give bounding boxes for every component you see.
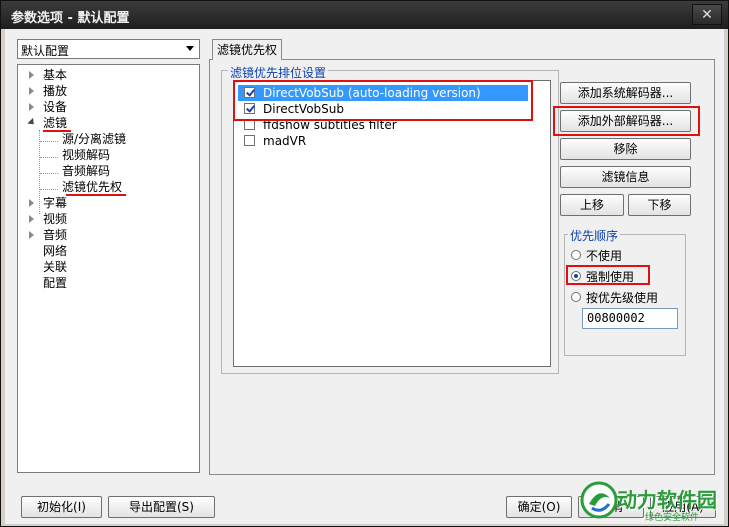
priority-order-group-label: 优先顺序 [568, 227, 621, 244]
tree-connector [40, 173, 58, 174]
expand-arrow-icon[interactable] [29, 87, 34, 95]
priority-option-by-level[interactable]: 按优先级使用 [571, 289, 681, 305]
collapse-arrow-icon[interactable] [27, 117, 37, 128]
add-system-decoder-button[interactable]: 添加系统解码器... [560, 82, 691, 104]
watermark: 动力软件园 绿色安全软件 [579, 478, 729, 524]
remove-button[interactable]: 移除 [560, 138, 691, 160]
list-item[interactable]: madVR [238, 133, 528, 149]
profile-select[interactable]: 默认配置 [17, 39, 200, 59]
filter-priority-group-label: 滤镜优先排位设置 [228, 64, 329, 81]
move-up-button[interactable]: 上移 [560, 194, 624, 216]
radio-button[interactable] [571, 250, 581, 260]
priority-value-input[interactable]: 00800002 [582, 308, 678, 329]
watermark-subtext: 绿色安全软件 [645, 513, 700, 523]
tree-connector [39, 130, 40, 214]
filter-checkbox[interactable] [244, 135, 255, 146]
expand-arrow-icon[interactable] [29, 215, 34, 223]
tree-item-audio-decoder[interactable]: 音频解码 [62, 163, 110, 179]
tree-item-video-decoder[interactable]: 视频解码 [62, 147, 110, 163]
close-icon: ✕ [701, 7, 713, 23]
window-title: 参数选项 - 默认配置 [11, 11, 130, 26]
close-button[interactable]: ✕ [692, 4, 722, 25]
ok-button[interactable]: 确定(O) [506, 496, 572, 518]
chevron-down-icon[interactable] [186, 46, 194, 51]
watermark-logo-icon [580, 481, 618, 519]
radio-button[interactable] [571, 292, 581, 302]
tree-connector [40, 189, 58, 190]
expand-arrow-icon[interactable] [29, 199, 34, 207]
tree-connector [40, 141, 58, 142]
highlight-underline [66, 194, 126, 196]
preferences-window: 参数选项 - 默认配置 ✕ 默认配置 基本 播放 设备 滤镜 源/分离滤镜 视频… [0, 0, 729, 527]
annotation-highlight-box [233, 80, 533, 121]
dialog-body: 默认配置 基本 播放 设备 滤镜 源/分离滤镜 视频解码 音频解码 滤镜优先权 … [5, 29, 724, 524]
filter-info-button[interactable]: 滤镜信息 [560, 166, 691, 188]
priority-option-none[interactable]: 不使用 [571, 247, 681, 263]
tree-item-association[interactable]: 关联 [43, 259, 67, 275]
annotation-highlight-box [553, 106, 700, 136]
tree-item-filter-priority[interactable]: 滤镜优先权 [62, 179, 122, 195]
filter-list: DirectVobSub (auto-loading version) Dire… [233, 80, 551, 367]
profile-select-value: 默认配置 [21, 44, 70, 58]
annotation-highlight-box [566, 265, 650, 285]
move-down-button[interactable]: 下移 [628, 194, 691, 216]
watermark-text: 动力软件园 [617, 488, 717, 512]
expand-arrow-icon[interactable] [29, 103, 34, 111]
export-config-button[interactable]: 导出配置(S) [108, 496, 215, 518]
tree-item-network[interactable]: 网络 [43, 243, 67, 259]
tree-connector [40, 157, 58, 158]
settings-tree: 基本 播放 设备 滤镜 源/分离滤镜 视频解码 音频解码 滤镜优先权 字幕 视频… [17, 64, 200, 473]
init-button[interactable]: 初始化(I) [21, 496, 102, 518]
tab-filter-priority[interactable]: 滤镜优先权 [212, 39, 282, 60]
expand-arrow-icon[interactable] [29, 231, 34, 239]
title-bar[interactable]: 参数选项 - 默认配置 ✕ [1, 1, 728, 29]
tree-item-config[interactable]: 配置 [43, 275, 67, 291]
expand-arrow-icon[interactable] [29, 71, 34, 79]
tree-item-source-splitter[interactable]: 源/分离滤镜 [62, 131, 126, 147]
